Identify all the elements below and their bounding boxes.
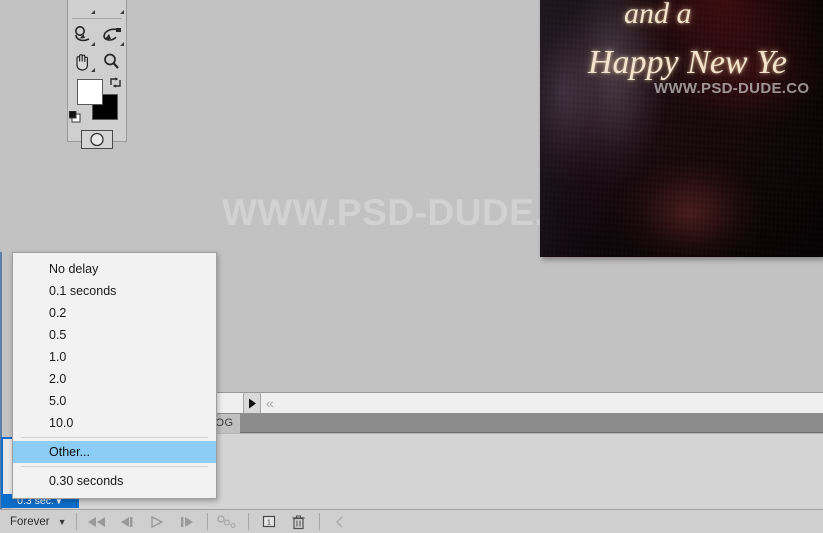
- menu-divider: [21, 466, 208, 467]
- panel-options-arrow-button[interactable]: [243, 393, 261, 413]
- tools-divider: [72, 18, 122, 19]
- toolbar-divider: [75, 513, 77, 530]
- tool-expand-corner-icon: [120, 10, 124, 14]
- tool-row-dodge-pen: [68, 22, 126, 48]
- swap-colors-icon[interactable]: [109, 76, 122, 89]
- artwork-vignette: [540, 0, 823, 257]
- duplicate-frame-button[interactable]: 1: [254, 512, 284, 532]
- toolbar-divider: [247, 513, 249, 530]
- default-colors-icon[interactable]: [68, 110, 81, 123]
- tool-partial-right[interactable]: [97, 0, 126, 16]
- quick-mask-icon[interactable]: [81, 130, 113, 149]
- tool-expand-corner-icon: [91, 42, 95, 46]
- tween-icon: [216, 514, 236, 528]
- tool-row-hand-zoom: [68, 48, 126, 74]
- select-next-frame-button[interactable]: [172, 512, 202, 532]
- artwork-text-line-1: and a: [624, 0, 692, 30]
- frame-delay-dropdown-menu[interactable]: No delay 0.1 seconds 0.2 0.5 1.0 2.0 5.0…: [12, 252, 217, 499]
- tool-row-top: [68, 0, 126, 16]
- menu-item-other[interactable]: Other...: [13, 441, 216, 463]
- toolbar-divider: [206, 513, 208, 530]
- duplicate-frame-icon: 1: [262, 515, 275, 528]
- tool-expand-corner-icon: [91, 68, 95, 72]
- hand-tool-icon[interactable]: [68, 48, 97, 74]
- play-icon: [150, 515, 164, 528]
- menu-item-0-1-seconds[interactable]: 0.1 seconds: [13, 280, 216, 302]
- color-swatches: [68, 76, 126, 124]
- menu-item-0-2[interactable]: 0.2: [13, 302, 216, 324]
- trash-icon: [292, 514, 305, 529]
- pen-path-tool-icon[interactable]: [97, 22, 126, 48]
- looping-options-select[interactable]: Forever ▼: [8, 513, 71, 531]
- chevron-down-icon: ▼: [57, 516, 67, 527]
- menu-item-2-0[interactable]: 2.0: [13, 368, 216, 390]
- play-animation-button[interactable]: [142, 512, 172, 532]
- menu-item-5-0[interactable]: 5.0: [13, 390, 216, 412]
- menu-item-0-5[interactable]: 0.5: [13, 324, 216, 346]
- delete-frame-button[interactable]: [284, 512, 314, 532]
- menu-item-10-0[interactable]: 10.0: [13, 412, 216, 434]
- looping-options-value: Forever: [10, 515, 50, 528]
- artwork-canvas-image[interactable]: and a Happy New Ye WWW.PSD-DUDE.CO: [540, 0, 823, 257]
- svg-text:1: 1: [267, 520, 271, 527]
- menu-bottom-padding: [13, 492, 216, 498]
- toolbar-divider: [318, 513, 320, 530]
- menu-item-no-delay[interactable]: No delay: [13, 258, 216, 280]
- tool-partial-left[interactable]: [68, 0, 97, 16]
- animation-bottom-toolbar: Forever ▼ 1: [0, 509, 823, 533]
- foreground-color-swatch[interactable]: [77, 79, 103, 105]
- tool-expand-corner-icon: [91, 10, 95, 14]
- artwork-text-line-2: Happy New Ye: [588, 44, 787, 81]
- photoshop-workspace: WWW.PSD-DUDE.COM and a Happy New Ye WWW.…: [0, 0, 823, 533]
- tool-expand-corner-icon: [120, 42, 124, 46]
- tools-panel: [67, 0, 127, 149]
- select-previous-frame-button[interactable]: [112, 512, 142, 532]
- zoom-tool-icon[interactable]: [97, 48, 126, 74]
- previous-frame-icon: [120, 516, 132, 527]
- menu-item-current-delay[interactable]: 0.30 seconds: [13, 470, 216, 492]
- panel-collapse-chevron-icon[interactable]: «: [266, 394, 274, 412]
- next-frame-icon: [180, 516, 193, 527]
- select-first-frame-button[interactable]: [82, 512, 112, 532]
- rewind-icon: [87, 516, 105, 527]
- quick-mask-row: [68, 130, 126, 149]
- artwork-watermark: WWW.PSD-DUDE.CO: [654, 80, 810, 97]
- dodge-burn-tool-icon[interactable]: [68, 22, 97, 48]
- play-triangle-icon: [248, 398, 256, 408]
- menu-item-1-0[interactable]: 1.0: [13, 346, 216, 368]
- tween-frames-button[interactable]: [213, 512, 243, 532]
- panel-scroll-left-button[interactable]: [325, 512, 355, 532]
- chevron-left-icon: [335, 516, 343, 527]
- menu-divider: [21, 437, 208, 438]
